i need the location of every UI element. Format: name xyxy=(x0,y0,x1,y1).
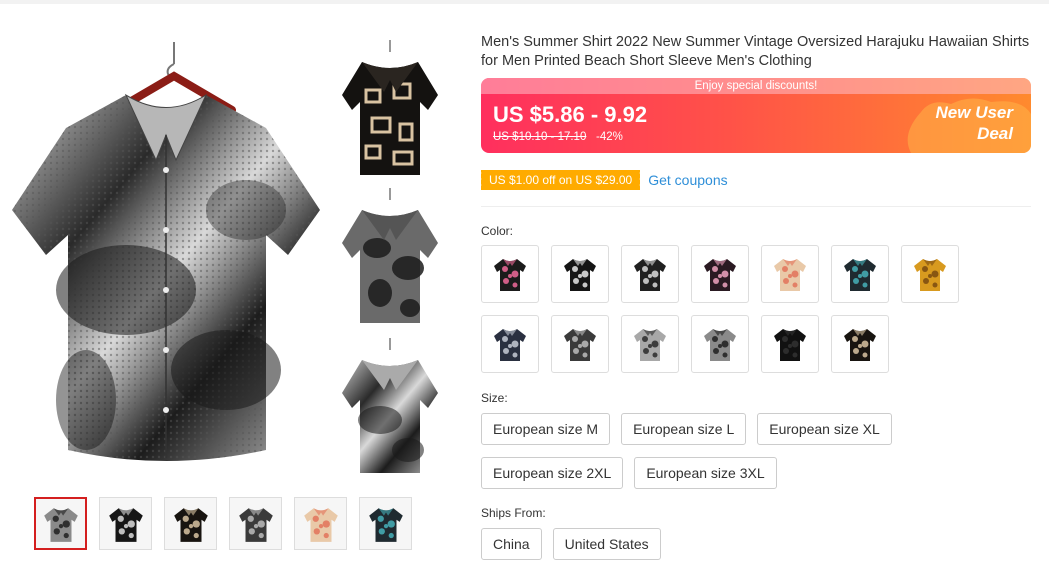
shirt-icon xyxy=(914,259,946,291)
color-swatch-grey-black-floral[interactable] xyxy=(551,315,609,373)
side-image-grey-floral[interactable] xyxy=(332,188,448,328)
current-price: US $5.86 - 9.92 xyxy=(493,102,648,127)
shirt-icon xyxy=(704,329,736,361)
shirt-icon xyxy=(704,259,736,291)
shirt-icon xyxy=(634,329,666,361)
color-swatch-mustard-print[interactable] xyxy=(901,245,959,303)
ships-from-china[interactable]: China xyxy=(481,528,542,560)
thumbnail-strip xyxy=(34,497,412,550)
color-swatch-black-floral-pink[interactable] xyxy=(481,245,539,303)
color-swatch-black-white-leaf[interactable] xyxy=(551,245,609,303)
shirt-icon xyxy=(774,259,806,291)
color-swatch-navy-white-print[interactable] xyxy=(481,315,539,373)
shirt-icon xyxy=(494,259,526,291)
product-title: Men's Summer Shirt 2022 New Summer Vinta… xyxy=(481,34,1030,69)
original-price: US $10.10 - 17.10 xyxy=(493,131,587,143)
color-swatch-black-white-floral[interactable] xyxy=(621,245,679,303)
main-product-image[interactable] xyxy=(6,40,326,480)
new-user-deal-text: New User Deal xyxy=(903,102,1013,144)
thumb-grey-floral[interactable] xyxy=(229,497,282,550)
shirt-icon xyxy=(494,329,526,361)
size-option-xl[interactable]: European size XL xyxy=(757,413,892,445)
section-divider xyxy=(481,206,1031,207)
size-option-l[interactable]: European size L xyxy=(621,413,747,445)
ships-from-united-states[interactable]: United States xyxy=(552,528,661,560)
top-divider xyxy=(0,0,1049,4)
thumb-beige-coral[interactable] xyxy=(294,497,347,550)
ships-from-label: Ships From: xyxy=(481,506,546,520)
size-option-m[interactable]: European size M xyxy=(481,413,611,445)
coupon-row: US $1.00 off on US $29.00 Get coupons xyxy=(478,170,728,190)
side-image-black-geometric[interactable] xyxy=(332,40,448,180)
price-banner: Enjoy special discounts! US $5.86 - 9.92… xyxy=(481,78,1031,153)
deal-line-1: New User xyxy=(935,103,1013,122)
color-swatch-solid-black[interactable] xyxy=(761,315,819,373)
shirt-icon xyxy=(108,507,143,542)
ships-from-options: China United States xyxy=(481,528,661,560)
color-swatch-black-geometric[interactable] xyxy=(831,315,889,373)
shirt-icon xyxy=(368,507,403,542)
color-swatch-white-black-leaf[interactable] xyxy=(621,315,679,373)
size-options-row-1: European size M European size L European… xyxy=(481,413,892,445)
color-swatch-beige-coral[interactable] xyxy=(761,245,819,303)
size-option-2xl[interactable]: European size 2XL xyxy=(481,457,624,489)
shirt-icon xyxy=(303,507,338,542)
color-swatch-teal-tropical[interactable] xyxy=(831,245,889,303)
special-discount-text: Enjoy special discounts! xyxy=(481,78,1031,94)
coupon-tag[interactable]: US $1.00 off on US $29.00 xyxy=(478,170,641,190)
color-label: Color: xyxy=(481,224,514,238)
color-swatch-pink-black-floral[interactable] xyxy=(691,245,749,303)
size-option-3xl[interactable]: European size 3XL xyxy=(634,457,777,489)
thumb-black-white-leaf[interactable] xyxy=(99,497,152,550)
thumb-tie-dye-set[interactable] xyxy=(34,497,87,550)
shirt-icon xyxy=(844,259,876,291)
size-options-row-2: European size 2XL European size 3XL xyxy=(481,457,777,489)
shirt-icon xyxy=(564,259,596,291)
size-label: Size: xyxy=(481,391,508,405)
discount-percent: -42% xyxy=(596,131,623,143)
thumb-black-geometric[interactable] xyxy=(164,497,217,550)
shirt-icon xyxy=(43,507,78,542)
shirt-icon xyxy=(634,259,666,291)
shirt-icon xyxy=(844,329,876,361)
thumb-teal-tropical-set[interactable] xyxy=(359,497,412,550)
get-coupons-link[interactable]: Get coupons xyxy=(648,172,727,188)
deal-line-2: Deal xyxy=(977,124,1013,143)
shirt-icon xyxy=(564,329,596,361)
shirt-icon xyxy=(173,507,208,542)
shirt-icon xyxy=(238,507,273,542)
side-image-tie-dye[interactable] xyxy=(332,338,448,478)
shirt-icon xyxy=(774,329,806,361)
color-swatch-grid xyxy=(481,245,971,373)
color-swatch-grey-tie-dye[interactable] xyxy=(691,315,749,373)
